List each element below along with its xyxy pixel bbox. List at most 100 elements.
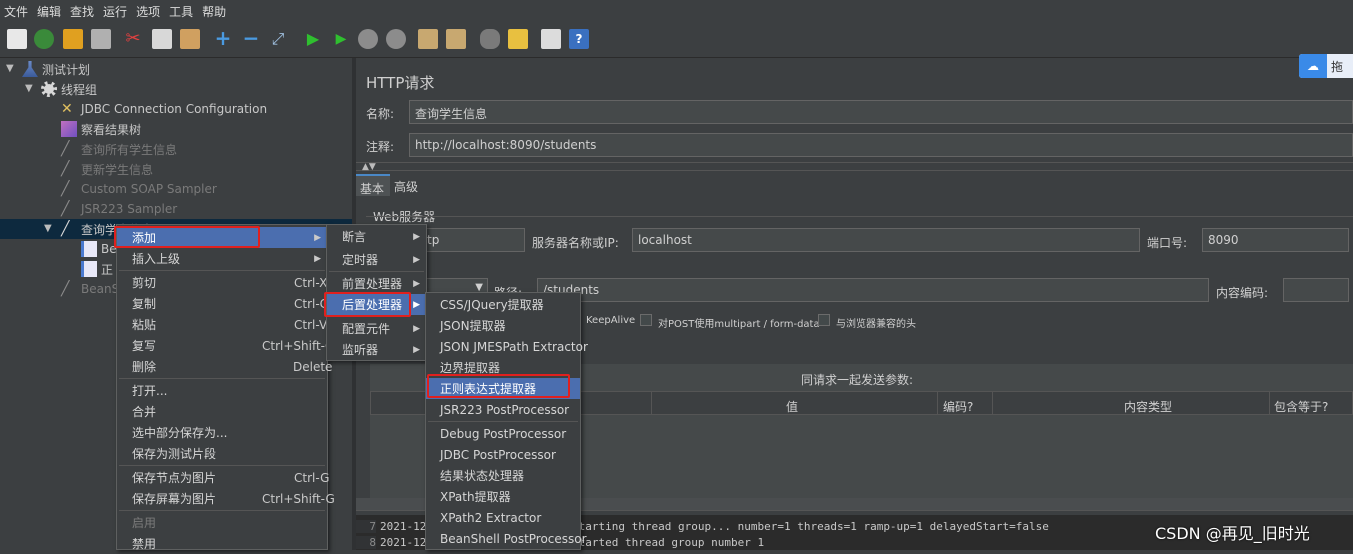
tree-item-jdbc-config[interactable]: ✕ JDBC Connection Configuration <box>61 99 267 119</box>
collapse-icon[interactable]: − <box>241 28 261 49</box>
menu-item-merge[interactable]: 合并 <box>117 401 327 422</box>
expand-icon[interactable]: + <box>213 28 233 49</box>
column-content-type[interactable]: 内容类型 <box>1124 398 1172 415</box>
menu-item-enable[interactable]: 启用 <box>117 512 327 533</box>
open-icon[interactable] <box>63 29 83 49</box>
clear-all-icon[interactable] <box>446 29 466 49</box>
save-icon[interactable] <box>91 29 111 49</box>
menu-item-beanshell-postprocessor[interactable]: BeanShell PostProcessor <box>426 528 587 549</box>
menu-item-open[interactable]: 打开... <box>117 380 327 401</box>
encoding-field[interactable] <box>1283 278 1349 302</box>
menu-help[interactable]: 帮助 <box>202 3 226 20</box>
tree-item-sampler[interactable]: ╱ 查询所有学生信息 <box>61 139 177 159</box>
tree-item-child[interactable]: 正 <box>81 259 113 279</box>
menu-item-disable[interactable]: 禁用 <box>117 533 327 554</box>
menu-item-assertion[interactable]: 断言 ▶ <box>327 226 426 247</box>
menu-item-save-fragment[interactable]: 保存为测试片段 <box>117 443 327 464</box>
path-field[interactable]: /students <box>537 278 1209 302</box>
menu-item-pre-processor[interactable]: 前置处理器 ▶ <box>327 273 426 294</box>
menu-item-jsr223-postprocessor[interactable]: JSR223 PostProcessor <box>426 399 580 420</box>
chevron-down-icon[interactable]: ▼ <box>6 63 14 74</box>
menu-item-debug-postprocessor[interactable]: Debug PostProcessor <box>426 423 580 444</box>
clear-icon[interactable] <box>418 29 438 49</box>
menu-item-insert-parent[interactable]: 插入上级 ▶ <box>117 248 327 269</box>
tree-item-label: 正 <box>101 262 114 277</box>
menu-item-jdbc-postprocessor[interactable]: JDBC PostProcessor <box>426 444 580 465</box>
menu-item-label: 插入上级 <box>132 252 181 266</box>
menu-tools[interactable]: 工具 <box>169 3 193 20</box>
chevron-up-icon[interactable]: ▲▼ <box>362 162 376 172</box>
tree-item-test-plan[interactable]: 测试计划 <box>22 59 90 79</box>
tab-advanced[interactable]: 高级 <box>392 174 426 196</box>
menu-item-copy[interactable]: 复制 Ctrl-C <box>117 293 328 314</box>
menu-item-save-selection[interactable]: 选中部分保存为... <box>117 422 327 443</box>
menu-edit[interactable]: 编辑 <box>37 3 61 20</box>
menu-item-label: 监听器 <box>342 343 379 357</box>
floating-badge[interactable]: ☁ 拖 <box>1299 54 1353 78</box>
start-no-pause-icon[interactable]: ▶ <box>331 29 351 49</box>
cut-icon[interactable]: ✂ <box>123 29 143 49</box>
menu-item-save-node-image[interactable]: 保存节点为图片 Ctrl-G <box>117 467 329 488</box>
menu-file[interactable]: 文件 <box>4 3 28 20</box>
new-icon[interactable] <box>7 29 27 49</box>
tree-item-sampler[interactable]: ╱ JSR223 Sampler <box>61 199 177 219</box>
tree-item-results-tree[interactable]: 察看结果树 <box>61 119 141 139</box>
tree-item-label: 查询所有学生信息 <box>81 142 178 157</box>
menu-item-timer[interactable]: 定时器 ▶ <box>327 249 426 270</box>
broom-icon[interactable] <box>508 29 528 49</box>
menu-item-label: JSON提取器 <box>440 319 506 333</box>
menu-search[interactable]: 查找 <box>70 3 94 20</box>
menu-item-css-extractor[interactable]: CSS/JQuery提取器 <box>426 294 580 315</box>
menu-item-json-extractor[interactable]: JSON提取器 <box>426 315 580 336</box>
tree-item-thread-group[interactable]: 线程组 <box>41 79 97 99</box>
menu-item-xpath2-extractor[interactable]: XPath2 Extractor <box>426 507 580 528</box>
paste-icon[interactable] <box>180 29 200 49</box>
highlight-box <box>114 226 260 248</box>
function-helper-icon[interactable] <box>541 29 561 49</box>
help-icon[interactable]: ? <box>569 29 589 49</box>
tab-basic[interactable]: 基本 <box>356 174 390 196</box>
shutdown-icon[interactable] <box>386 29 406 49</box>
menu-item-xpath-extractor[interactable]: XPath提取器 <box>426 486 580 507</box>
shortcut: Ctrl+Shift-C <box>262 338 334 353</box>
chevron-right-icon: ▶ <box>314 253 321 264</box>
menu-item-jmespath-extractor[interactable]: JSON JMESPath Extractor <box>426 336 588 357</box>
copy-icon[interactable] <box>152 29 172 49</box>
menu-item-paste[interactable]: 粘贴 Ctrl-V <box>117 314 327 335</box>
divider-handle[interactable] <box>356 162 1353 171</box>
start-icon[interactable]: ▶ <box>303 29 323 49</box>
menu-item-cut[interactable]: 剪切 Ctrl-X <box>117 272 327 293</box>
menu-run[interactable]: 运行 <box>103 3 127 20</box>
chevron-down-icon[interactable]: ▼ <box>44 223 52 234</box>
protocol-field[interactable]: tp <box>421 228 525 252</box>
multipart-checkbox[interactable] <box>640 314 652 326</box>
tree-item-sampler[interactable]: ╱ Custom SOAP Sampler <box>61 179 217 199</box>
browser-headers-checkbox[interactable] <box>818 314 830 326</box>
menu-item-label: 配置元件 <box>342 322 391 336</box>
column-value[interactable]: 值 <box>786 398 798 415</box>
menu-item-label: 复制 <box>132 297 157 311</box>
binoculars-icon[interactable] <box>480 29 500 49</box>
column-include-equals[interactable]: 包含等于? <box>1274 398 1328 415</box>
menu-item-config-element[interactable]: 配置元件 ▶ <box>327 318 426 339</box>
menu-separator <box>329 271 424 272</box>
menu-item-save-screen-image[interactable]: 保存屏幕为图片 Ctrl+Shift-G <box>117 488 335 509</box>
comment-field[interactable]: http://localhost:8090/students <box>409 133 1353 157</box>
column-encode[interactable]: 编码? <box>943 398 973 415</box>
menu-options[interactable]: 选项 <box>136 3 160 20</box>
toggle-icon[interactable]: ⤢ <box>268 29 288 49</box>
templates-icon[interactable] <box>34 29 54 49</box>
name-field[interactable]: 查询学生信息 <box>409 100 1353 124</box>
port-field[interactable]: 8090 <box>1202 228 1349 252</box>
menu-item-duplicate[interactable]: 复写 Ctrl+Shift-C <box>117 335 333 356</box>
menu-item-result-status-handler[interactable]: 结果状态处理器 <box>426 465 580 486</box>
server-field[interactable]: localhost <box>632 228 1140 252</box>
tree-item-sampler[interactable]: ╱ 更新学生信息 <box>61 159 153 179</box>
tree-item-sampler[interactable]: ╱ BeanS <box>61 279 119 299</box>
menu-item-delete[interactable]: 删除 Delete <box>117 356 332 377</box>
chevron-down-icon[interactable]: ▼ <box>25 83 33 94</box>
stop-icon[interactable] <box>358 29 378 49</box>
tree-item-child[interactable]: Be <box>81 239 117 259</box>
menu-item-label: 启用 <box>132 516 157 530</box>
menu-item-listener[interactable]: 监听器 ▶ <box>327 339 426 360</box>
